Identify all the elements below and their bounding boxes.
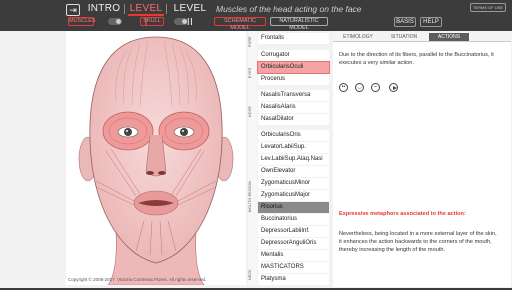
muscle-item-risorius[interactable]: Risorius bbox=[258, 202, 329, 213]
muscle-group-labels: FORE EYES NOSE MOUTH REGION NECK bbox=[248, 31, 257, 285]
tab-intro[interactable]: INTRO bbox=[86, 2, 122, 16]
muscle-item-frontalis[interactable]: Frontalis bbox=[258, 33, 329, 44]
muscle-item-zygomaticus-major[interactable]: ZygomaticusMajor bbox=[258, 190, 329, 201]
metaphor-title: Expressive metaphors associated to the a… bbox=[339, 211, 466, 217]
tab-separator bbox=[166, 4, 167, 14]
muscles-layer-button[interactable]: MUSCLES bbox=[68, 17, 96, 26]
skull-layer-button[interactable]: SKULL bbox=[140, 17, 164, 26]
smiley-smile-icon[interactable]: ⌣ bbox=[371, 83, 380, 92]
play-icon[interactable] bbox=[389, 83, 398, 92]
muscle-item-own-elevator[interactable]: OwnElevator bbox=[258, 166, 329, 177]
face-muscle-illustration bbox=[78, 36, 234, 286]
muscle-info-panel: ETIMOLOGY SITUATION ACTIONS Due to the d… bbox=[333, 31, 511, 287]
muscle-item-masticators[interactable]: MASTICATORS bbox=[258, 262, 329, 273]
muscle-item-levator-labii-sup[interactable]: LevatorLabiiSup. bbox=[258, 142, 329, 153]
help-button[interactable]: HELP bbox=[420, 17, 442, 27]
muscle-item-procerus[interactable]: Procerus bbox=[258, 74, 329, 85]
muscle-item-mentalis[interactable]: Mentalis bbox=[258, 250, 329, 261]
copyright-text: Copyright © 2005-2017. Victoria Contrera… bbox=[68, 277, 207, 282]
exit-door-icon[interactable]: ⇥ bbox=[66, 4, 80, 16]
top-bar: ⇥ INTRO LEVEL I LEVEL II Muscles of the … bbox=[0, 0, 512, 31]
tab-level-2[interactable]: LEVEL II bbox=[170, 2, 210, 28]
muscle-item-depressor-anguli-oris[interactable]: DepressorAnguliOris bbox=[258, 238, 329, 249]
smiley-neutral-icon[interactable]: •• bbox=[339, 83, 348, 92]
tab-etimology[interactable]: ETIMOLOGY bbox=[336, 33, 380, 41]
muscle-item-buccinatorius[interactable]: Buccinatorius bbox=[258, 214, 329, 225]
muscle-item-corrugator[interactable]: Corrugator bbox=[258, 50, 329, 61]
metaphor-description: Nevertheless, being located in a more ex… bbox=[339, 231, 497, 253]
muscle-item-nasalis-transversa[interactable]: NasalisTransversa bbox=[258, 90, 329, 101]
muscle-item-zygomaticus-minor[interactable]: ZygomaticusMinor bbox=[258, 178, 329, 189]
group-label-nose: NOSE bbox=[248, 105, 252, 117]
app-window: ⇥ INTRO LEVEL I LEVEL II Muscles of the … bbox=[0, 0, 512, 288]
terms-of-use-button[interactable]: TERMS OF USE bbox=[470, 3, 506, 12]
tab-level-1[interactable]: LEVEL I bbox=[128, 2, 164, 28]
tab-situation[interactable]: SITUATION bbox=[383, 33, 425, 41]
face-model-view[interactable]: Copyright © 2005-2017. Victoria Contrera… bbox=[66, 31, 246, 286]
muscle-item-depressor-labii-inf[interactable]: DepressorLabiiInf. bbox=[258, 226, 329, 237]
info-tab-bar: ETIMOLOGY SITUATION ACTIONS bbox=[333, 31, 511, 42]
muscle-item-platysma[interactable]: Platysma bbox=[258, 274, 329, 285]
muscle-item-orbicularis-oculi[interactable]: OrbicularisOculi bbox=[257, 61, 330, 74]
group-label-mouth-region: MOUTH REGION bbox=[248, 180, 252, 212]
muscle-item-orbicularis-oris[interactable]: OrbicularisOris bbox=[258, 130, 329, 141]
muscle-item-nasal-dilator[interactable]: NasalDilator bbox=[258, 114, 329, 125]
group-label-eyes: EYES bbox=[248, 67, 252, 79]
basis-button[interactable]: BASIS bbox=[394, 17, 416, 27]
group-label-fore: FORE bbox=[248, 36, 252, 48]
page-subtitle: Muscles of the head acting on the face bbox=[216, 4, 362, 14]
smiley-happy-icon[interactable]: ◡ bbox=[355, 83, 364, 92]
action-description: Due to the direction of its fibers, para… bbox=[339, 52, 494, 66]
tab-actions[interactable]: ACTIONS bbox=[429, 33, 469, 41]
muscle-item-nasalis-alaris[interactable]: NasalisAlaris bbox=[258, 102, 329, 113]
schematic-model-button[interactable]: SCHEMATIC MODEL bbox=[214, 17, 266, 31]
muscle-item-lev-labii-sup-alaq-nasi[interactable]: Lev.LabiiSup.Alaq.Nasi bbox=[258, 154, 329, 165]
naturalistic-model-button[interactable]: NATURALISTIC MODEL bbox=[270, 17, 328, 31]
skull-layer-toggle[interactable] bbox=[174, 18, 188, 25]
muscles-layer-toggle[interactable] bbox=[108, 18, 122, 25]
tab-separator bbox=[124, 4, 125, 14]
group-label-neck: NECK bbox=[248, 269, 252, 281]
